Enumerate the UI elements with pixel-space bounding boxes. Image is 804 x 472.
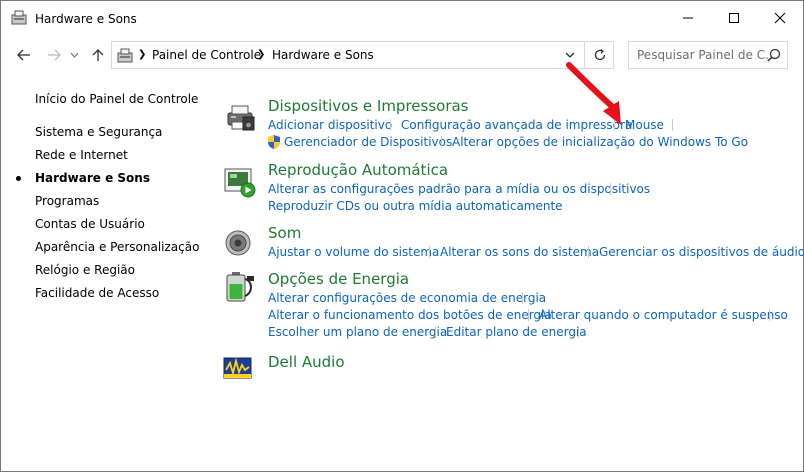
link-ajustar-volume[interactable]: Ajustar o volume do sistema	[268, 245, 439, 259]
breadcrumb-painel-de-controle[interactable]: Painel de Controle	[152, 48, 261, 62]
link-separator	[672, 119, 673, 131]
leftnav-item-sistema-seguranca[interactable]: Sistema e Segurança	[35, 125, 162, 139]
link-escolher-plano-energia[interactable]: Escolher um plano de energia	[268, 325, 447, 339]
power-battery-icon[interactable]	[223, 271, 257, 303]
category-title-dell-audio[interactable]: Dell Audio	[268, 353, 345, 371]
leftnav-item-programas[interactable]: Programas	[35, 194, 99, 208]
leftnav-item-contas-usuario[interactable]: Contas de Usuário	[35, 217, 145, 231]
link-reproduzir-cds[interactable]: Reproduzir CDs ou outra mídia automatica…	[268, 199, 563, 213]
control-panel-icon	[117, 48, 135, 64]
chevron-right-icon[interactable]: ❯	[257, 49, 265, 60]
link-separator	[522, 292, 523, 304]
link-separator	[441, 136, 442, 148]
category-title-dispositivos-impressoras[interactable]: Dispositivos e Impressoras	[268, 97, 469, 115]
link-alterar-botoes-energia[interactable]: Alterar o funcionamento dos botões de en…	[268, 308, 552, 322]
category-title-opcoes-energia[interactable]: Opções de Energia	[268, 270, 409, 288]
printer-icon[interactable]	[223, 102, 257, 134]
link-separator	[435, 326, 436, 338]
up-button[interactable]	[88, 45, 108, 65]
leftnav-item-rede-internet[interactable]: Rede e Internet	[35, 148, 128, 162]
control-panel-icon	[11, 10, 29, 26]
arrow-up-icon	[92, 49, 104, 61]
control-panel-window: Hardware e Sons ❯ Painel de Controle ❯ H…	[0, 0, 804, 472]
chevron-down-icon	[565, 52, 575, 58]
link-adicionar-dispositivo[interactable]: Adicionar dispositivo	[268, 118, 392, 132]
link-gerenciador-dispositivos[interactable]: Gerenciador de Dispositivos	[284, 135, 452, 149]
link-editar-plano-energia[interactable]: Editar plano de energia	[446, 325, 587, 339]
leftnav-item-relogio-regiao[interactable]: Relógio e Região	[35, 263, 135, 277]
search-placeholder: Pesquisar Painel de C...	[637, 48, 777, 62]
category-title-som[interactable]: Som	[268, 224, 301, 242]
forward-button[interactable]	[44, 45, 64, 65]
recent-locations-button[interactable]	[67, 45, 81, 65]
chevron-right-icon: ❯	[138, 49, 147, 60]
maximize-button[interactable]	[711, 1, 757, 35]
arrow-right-icon	[48, 49, 61, 61]
address-bar[interactable]: ❯ Painel de Controle ❯ Hardware e Sons	[111, 41, 614, 69]
link-alterar-configuracoes-padrao-midia[interactable]: Alterar as configurações padrão para a m…	[268, 182, 650, 196]
link-alterar-economia-energia[interactable]: Alterar configurações de economia de ene…	[268, 291, 546, 305]
close-icon	[774, 12, 786, 24]
speaker-icon[interactable]	[223, 227, 257, 259]
link-separator	[528, 309, 529, 321]
category-title-reproducao-automatica[interactable]: Reprodução Automática	[268, 161, 448, 179]
link-windows-to-go[interactable]: Alterar opções de inicialização do Windo…	[452, 135, 748, 149]
link-separator	[390, 119, 391, 131]
link-separator	[578, 326, 579, 338]
close-button[interactable]	[757, 1, 803, 35]
annotation-arrow-icon	[566, 62, 621, 125]
link-separator	[588, 246, 589, 258]
link-separator	[429, 246, 430, 258]
leftnav-item-aparencia-personalizacao[interactable]: Aparência e Personalização	[35, 240, 199, 254]
maximize-icon	[729, 13, 739, 23]
search-input[interactable]: Pesquisar Painel de C...	[628, 41, 788, 69]
breadcrumb-hardware-e-sons[interactable]: Hardware e Sons	[272, 48, 374, 62]
left-navigation: Início do Painel de Controle Sistema e S…	[1, 81, 211, 461]
uac-shield-icon	[266, 134, 282, 150]
leftnav-item-hardware-sons[interactable]: Hardware e Sons	[35, 171, 150, 185]
autoplay-icon[interactable]	[223, 166, 257, 198]
navigation-bar: ❯ Painel de Controle ❯ Hardware e Sons P…	[1, 37, 803, 73]
link-alterar-suspensao[interactable]: Alterar quando o computador é suspenso	[539, 308, 788, 322]
link-separator	[610, 183, 611, 195]
link-gerenciar-dispositivos-audio[interactable]: Gerenciar os dispositivos de áudio	[599, 245, 804, 259]
back-button[interactable]	[14, 45, 34, 65]
window-title: Hardware e Sons	[35, 12, 137, 26]
chevron-down-icon	[70, 52, 78, 58]
arrow-left-icon	[17, 49, 30, 61]
link-alterar-sons-sistema[interactable]: Alterar os sons do sistema	[440, 245, 599, 259]
minimize-button[interactable]	[665, 1, 711, 35]
search-icon	[767, 48, 781, 62]
leftnav-home[interactable]: Início do Painel de Controle	[35, 92, 198, 106]
active-bullet	[16, 176, 21, 181]
title-bar: Hardware e Sons	[1, 1, 803, 35]
minimize-icon	[683, 17, 693, 19]
dell-audio-icon[interactable]	[223, 355, 253, 381]
leftnav-item-facilidade-acesso[interactable]: Facilidade de Acesso	[35, 286, 159, 300]
link-separator	[769, 309, 770, 321]
